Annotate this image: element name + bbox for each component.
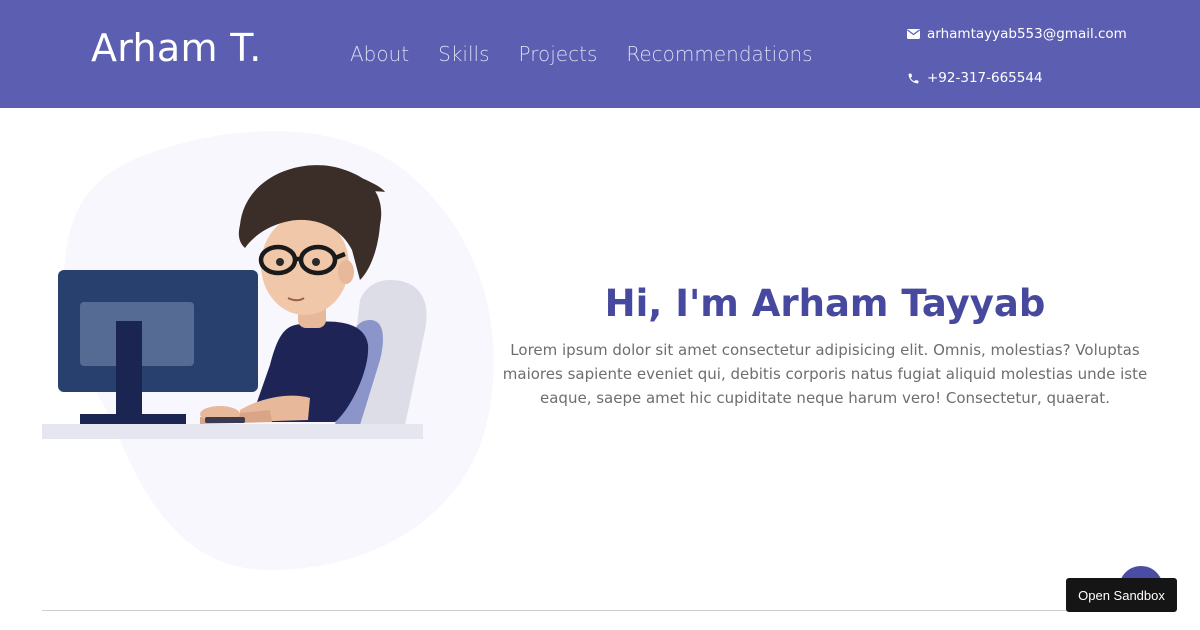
nav-skills[interactable]: Skills bbox=[438, 42, 489, 66]
hero-illustration bbox=[40, 130, 496, 576]
main-nav: About Skills Projects Recommendations bbox=[350, 42, 813, 66]
contact-phone[interactable]: +92-317-665544 bbox=[906, 70, 1043, 86]
phone-icon bbox=[906, 71, 920, 85]
hero-title: Hi, I'm Arham Tayyab bbox=[604, 282, 1046, 325]
nav-recommendations[interactable]: Recommendations bbox=[626, 42, 812, 66]
contact-email[interactable]: arhamtayyab553@gmail.com bbox=[906, 26, 1127, 42]
open-sandbox-button[interactable]: Open Sandbox bbox=[1066, 578, 1177, 612]
section-divider bbox=[42, 610, 1158, 611]
email-text: arhamtayyab553@gmail.com bbox=[927, 26, 1127, 42]
hero-description: Lorem ipsum dolor sit amet consectetur a… bbox=[502, 341, 1148, 407]
nav-about[interactable]: About bbox=[350, 42, 409, 66]
page: Arham T. About Skills Projects Recommend… bbox=[0, 0, 1200, 630]
envelope-icon bbox=[906, 27, 920, 41]
site-header: Arham T. About Skills Projects Recommend… bbox=[0, 0, 1200, 108]
nav-projects[interactable]: Projects bbox=[519, 42, 598, 66]
desk bbox=[42, 424, 423, 439]
brand-logo[interactable]: Arham T. bbox=[91, 26, 262, 70]
phone-text: +92-317-665544 bbox=[927, 70, 1043, 86]
